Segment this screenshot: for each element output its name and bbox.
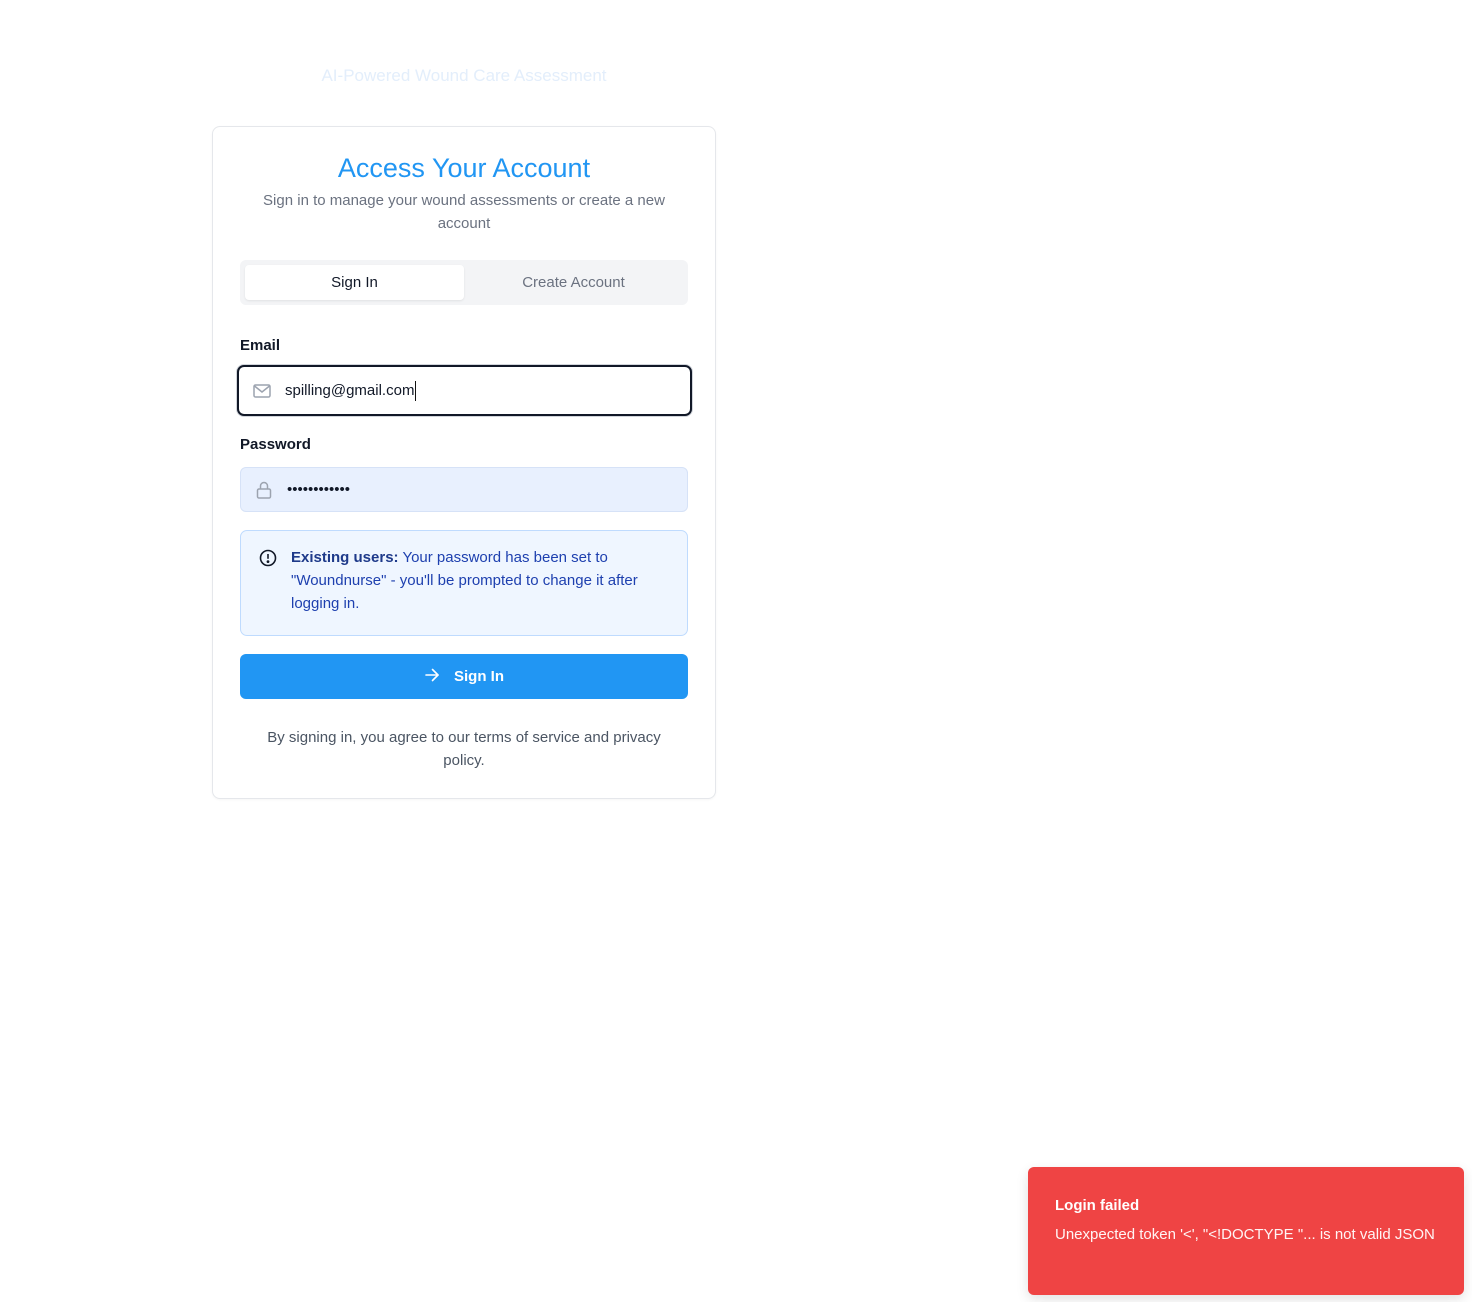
notice-bold: Existing users: [291,549,399,566]
lock-icon [241,481,287,499]
email-field[interactable]: spilling@gmail.com [237,365,692,416]
email-label: Email [240,337,281,354]
mail-icon [239,383,285,398]
password-field[interactable]: •••••••••••• [240,467,688,512]
toast-message: Unexpected token '<', "<!DOCTYPE "... is… [1055,1226,1435,1243]
login-page: AI-Powered Wound Care Assessment Access … [0,0,1472,1302]
password-value: •••••••••••• [287,481,351,498]
auth-card: Access Your Account Sign in to manage yo… [212,126,716,799]
card-description: Sign in to manage your wound assessments… [263,192,665,232]
card-title: Access Your Account [337,153,591,183]
sign-in-button[interactable]: Sign In [240,654,688,699]
email-value: spilling@gmail.com [285,380,417,401]
auth-tabs: Sign In Create Account [240,260,688,305]
existing-users-notice: Existing users: Your password has been s… [240,530,688,636]
tab-sign-in[interactable]: Sign In [245,265,464,300]
error-toast[interactable]: Login failed Unexpected token '<', "<!DO… [1028,1167,1464,1295]
notice-text: Existing users: Your password has been s… [291,546,671,615]
sign-in-button-label: Sign In [454,668,504,685]
terms-text: By signing in, you agree to our terms of… [267,729,661,769]
toast-title: Login failed [1055,1197,1140,1214]
tab-create-account[interactable]: Create Account [464,265,683,300]
app-subtitle: AI-Powered Wound Care Assessment [321,66,607,85]
text-caret [415,380,417,401]
password-label: Password [240,436,311,453]
arrow-right-icon [424,668,440,686]
alert-circle-icon [259,549,277,572]
